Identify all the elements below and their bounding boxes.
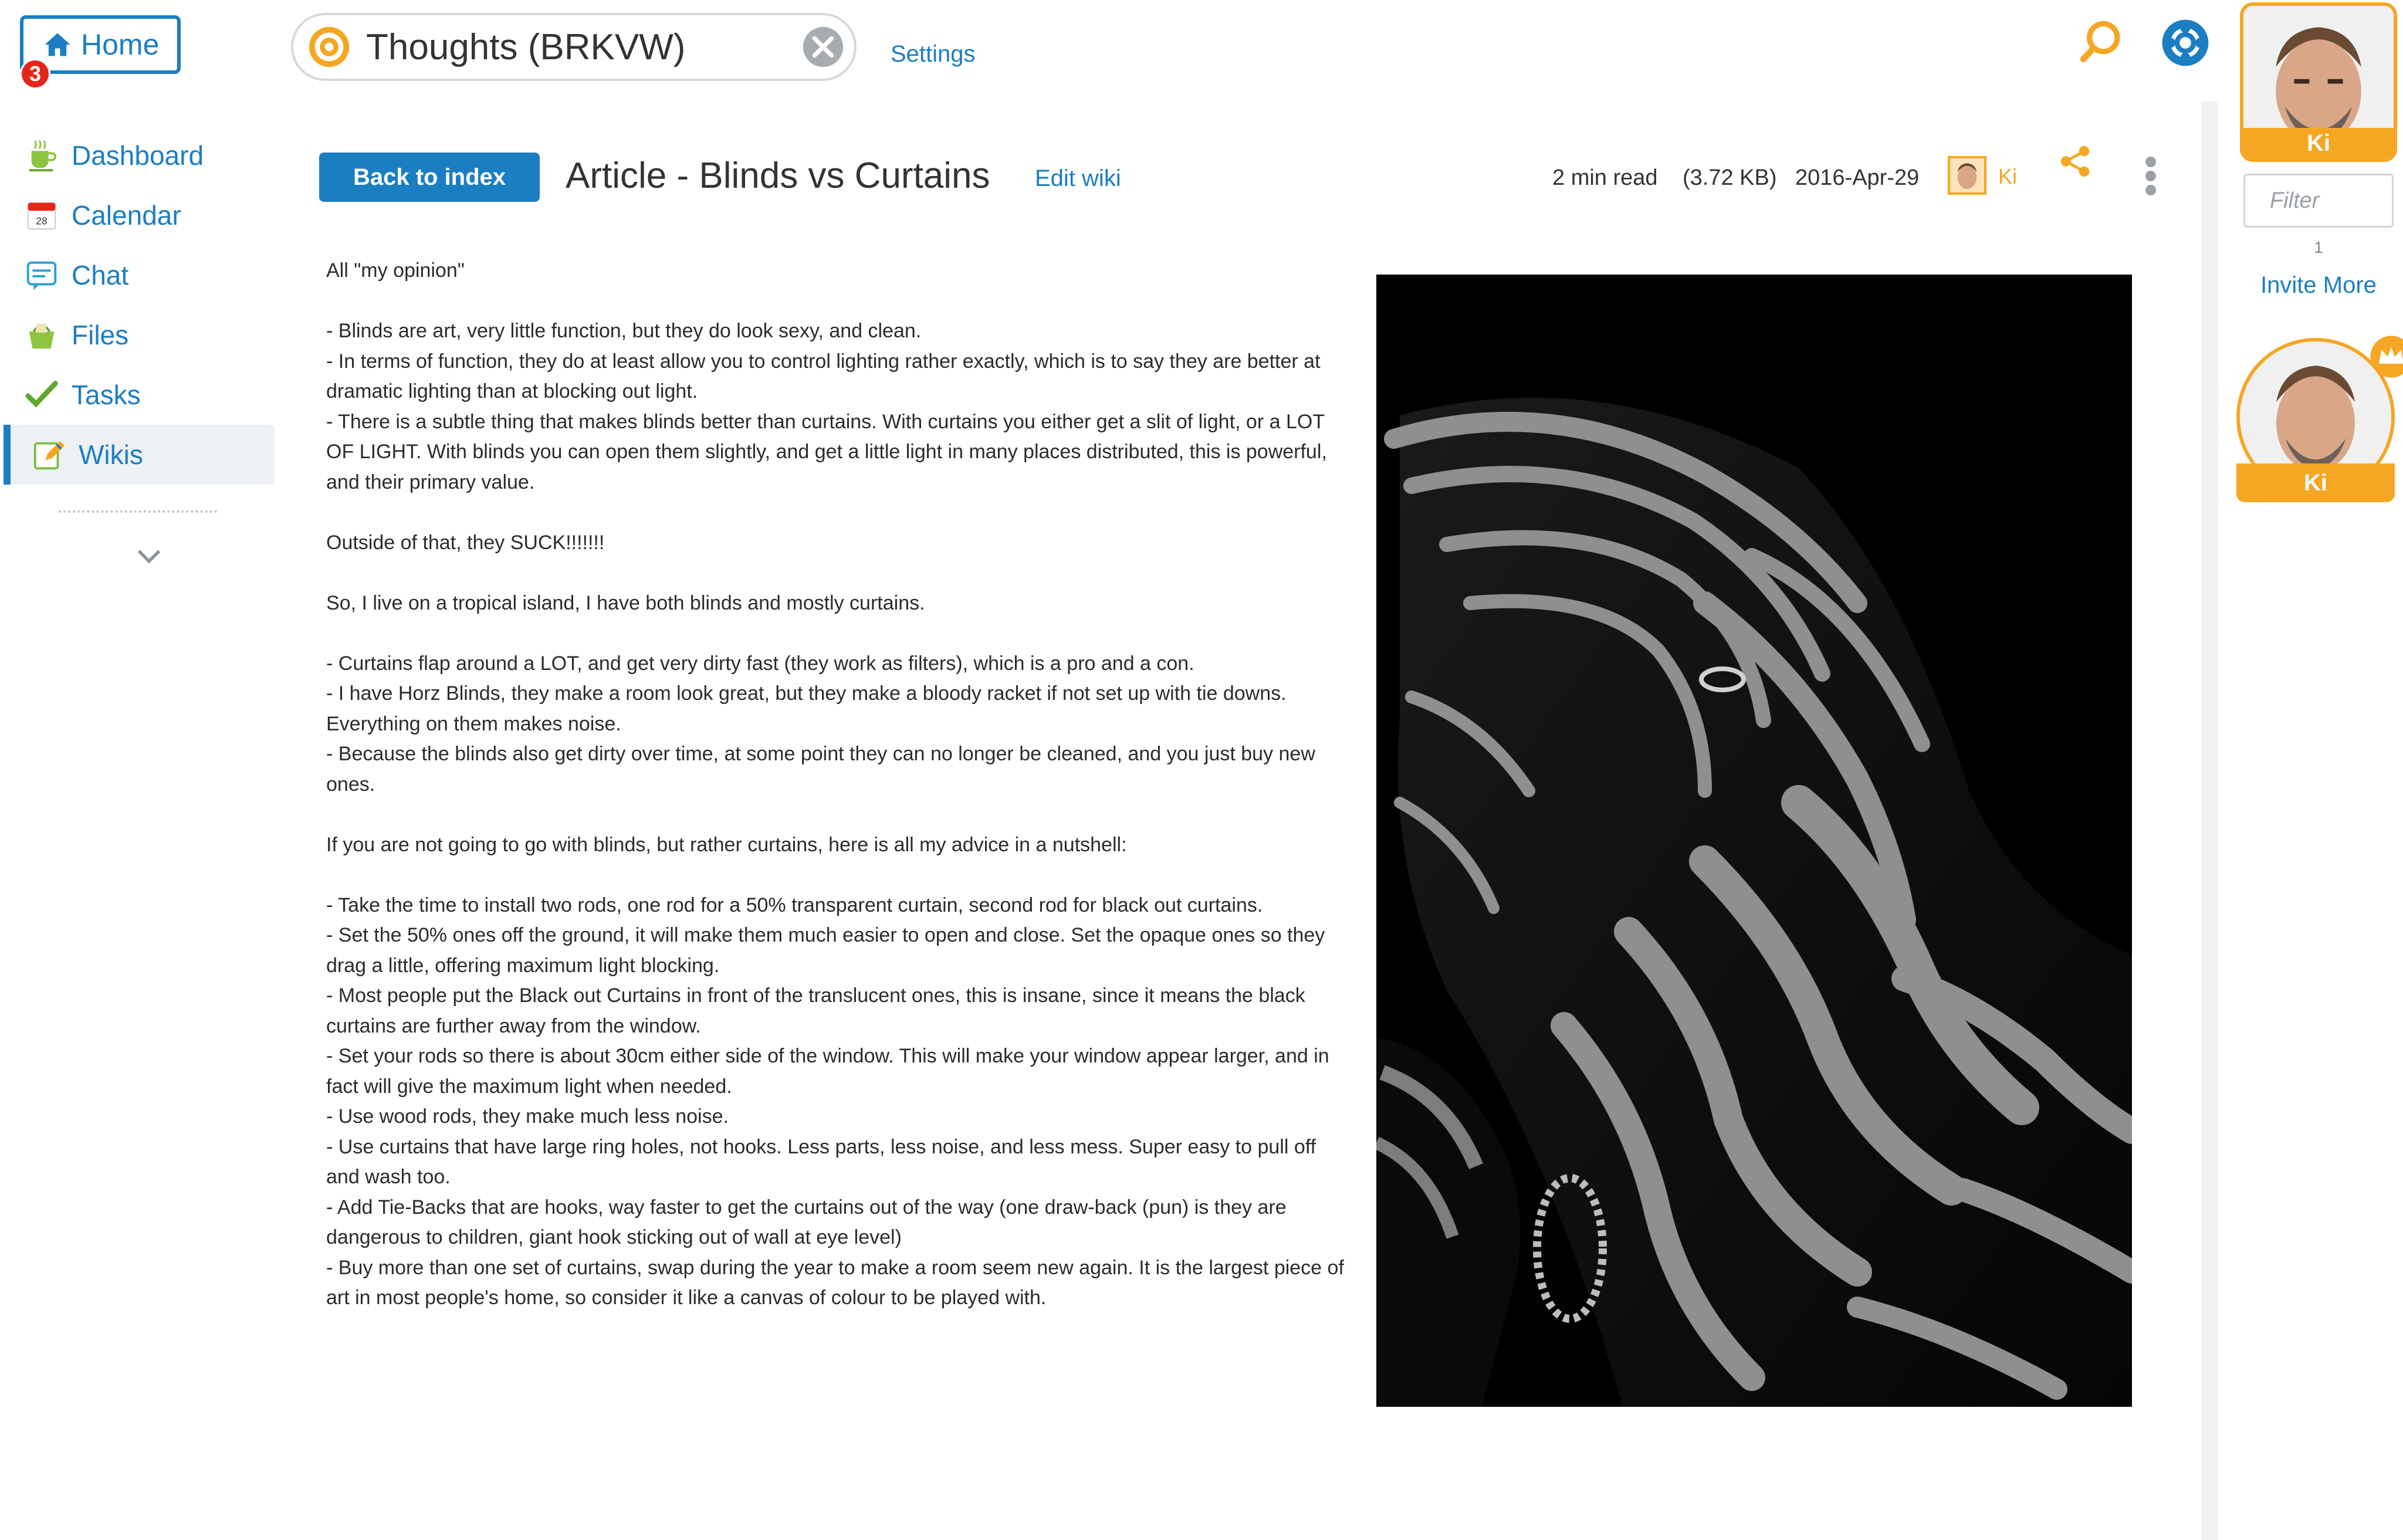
crown-icon	[2370, 336, 2403, 378]
publish-date: 2016-Apr-29	[1795, 165, 1920, 190]
striped-portrait-image	[1376, 275, 2132, 1407]
clear-icon[interactable]	[800, 24, 846, 70]
workspace-title: Thoughts (BRKVW)	[366, 26, 686, 67]
article-paragraph: So, I live on a tropical island, I have …	[326, 591, 925, 614]
checkmark-icon	[25, 381, 58, 408]
home-label: Home	[81, 28, 160, 61]
current-user-avatar[interactable]: Ki	[2240, 2, 2397, 162]
author-avatar[interactable]	[1948, 156, 1986, 195]
wiki-edit-icon	[33, 441, 65, 470]
article-body: All "my opinion" - Blinds are art, very …	[326, 256, 1347, 1314]
member-avatar[interactable]: Ki	[2236, 336, 2403, 502]
sidebar-item-label: Calendar	[72, 200, 181, 231]
sidebar-item-chat[interactable]: Chat	[0, 245, 282, 305]
more-options-icon[interactable]	[2144, 155, 2158, 197]
back-to-index-button[interactable]: Back to index	[319, 153, 540, 202]
article-paragraph: All "my opinion"	[326, 259, 465, 282]
member-count: 1	[2314, 238, 2323, 256]
sidebar-item-label: Files	[72, 320, 129, 350]
sidebar-item-label: Dashboard	[72, 140, 204, 171]
sidebar-divider	[59, 510, 217, 513]
member-name: Ki	[2236, 463, 2395, 502]
author-photo	[1957, 163, 1977, 189]
search-icon[interactable]	[2076, 18, 2125, 67]
article-paragraph: - Take the time to install two rods, one…	[326, 893, 1344, 1309]
sidebar-item-wikis[interactable]: Wikis	[4, 425, 275, 485]
sidebar-item-label: Tasks	[72, 380, 141, 410]
share-icon[interactable]	[2057, 143, 2093, 180]
sidebar-item-tasks[interactable]: Tasks	[0, 365, 282, 425]
author-name[interactable]: Ki	[1998, 164, 2017, 189]
current-user-name: Ki	[2243, 128, 2394, 158]
chevron-down-icon[interactable]	[134, 541, 164, 571]
invite-more-link[interactable]: Invite More	[2223, 272, 2403, 299]
dashboard-cup-icon	[29, 140, 57, 172]
read-time: 2 min read	[1552, 165, 1658, 190]
sidebar-item-dashboard[interactable]: Dashboard	[0, 126, 282, 185]
calendar-icon: 28	[27, 202, 56, 230]
scrollbar[interactable]	[2201, 101, 2219, 1540]
article-paragraph: If you are not going to go with blinds, …	[326, 833, 1127, 856]
notification-badge: 3	[20, 59, 50, 89]
edit-wiki-link[interactable]: Edit wiki	[1035, 165, 1121, 192]
article-title: Article - Blinds vs Curtains	[566, 155, 990, 196]
members-panel: Ki 1 Invite More Ki	[2223, 0, 2403, 1540]
sidebar-item-label: Chat	[72, 260, 129, 290]
file-size: (3.72 KB)	[1683, 165, 1777, 190]
workspace-selector[interactable]: Thoughts (BRKVW)	[291, 13, 857, 81]
target-icon	[309, 26, 350, 67]
sidebar-item-label: Wikis	[79, 439, 143, 470]
article-paragraph: - Curtains flap around a LOT, and get ve…	[326, 652, 1315, 796]
article-paragraph: Outside of that, they SUCK!!!!!!!	[326, 531, 605, 554]
article-image	[1376, 275, 2132, 1407]
member-filter-input[interactable]	[2243, 174, 2394, 228]
article-paragraph: - Blinds are art, very little function, …	[326, 320, 1327, 493]
sidebar-nav: Dashboard 28 Calendar Chat Files Tasks W…	[0, 126, 282, 485]
settings-gear-icon[interactable]	[2159, 16, 2212, 69]
sidebar-item-calendar[interactable]: 28 Calendar	[0, 185, 282, 245]
home-icon	[45, 33, 70, 56]
files-basket-icon	[29, 323, 55, 349]
sidebar-item-files[interactable]: Files	[0, 305, 282, 365]
svg-text:28: 28	[36, 215, 47, 227]
chat-icon	[26, 261, 57, 290]
settings-link[interactable]: Settings	[891, 41, 976, 67]
